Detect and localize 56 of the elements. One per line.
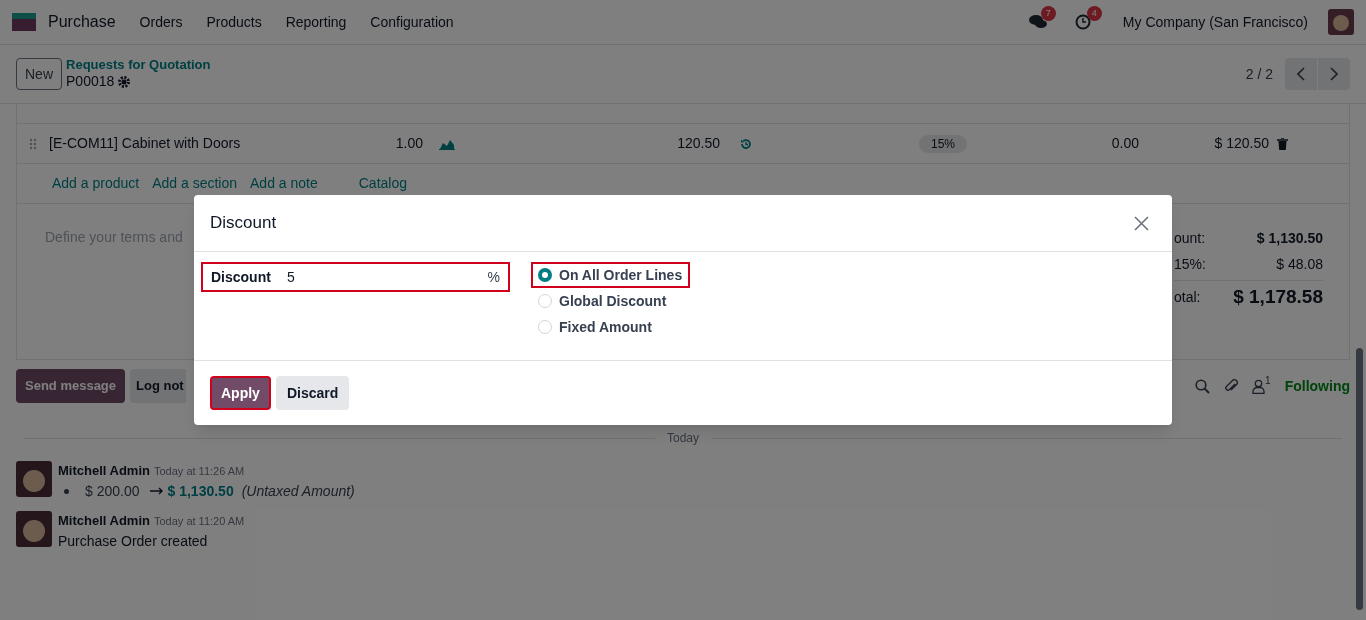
clock-icon[interactable] [1074, 14, 1091, 30]
avatar-icon [16, 511, 52, 547]
avatar-icon [16, 461, 52, 497]
subtotal-cell-text: $ 120.50 [1213, 134, 1269, 153]
app-name[interactable]: Purchase [48, 10, 116, 34]
search-icon[interactable] [1195, 378, 1211, 394]
chat-bubbles-icon[interactable] [1028, 14, 1047, 30]
old-value: $ 200.00 [85, 482, 140, 501]
followers-count: 1 [1265, 375, 1271, 386]
tax-tag: 15% [919, 135, 968, 153]
previous-button[interactable] [1285, 58, 1317, 90]
menu-item[interactable]: Products [206, 11, 262, 33]
menu-item[interactable]: Orders [139, 11, 183, 33]
author-name[interactable]: Mitchell Admin [58, 511, 150, 531]
record-name: P00018 [66, 73, 115, 91]
add-line-link[interactable]: Add a note [250, 173, 318, 194]
avatar-icon[interactable] [1328, 9, 1354, 35]
send-message-button[interactable]: Send message [16, 369, 126, 403]
add-line-link[interactable]: Catalog [358, 173, 407, 194]
message-body: Purchase Order created [58, 532, 209, 551]
pager-value: 2 / 2 [1245, 64, 1273, 84]
field-name: (Untaxed Amount) [241, 482, 355, 501]
bullet-icon [64, 488, 69, 494]
history-icon[interactable] [740, 137, 752, 150]
chevron-right-icon [1330, 67, 1338, 81]
message-time: Today at 11:26 AM [153, 464, 245, 479]
gear-icon[interactable] [118, 76, 131, 89]
drag-handle-icon[interactable] [29, 137, 37, 150]
date-divider: Today [666, 430, 700, 447]
company-switcher[interactable]: My Company (San Francisco) [1122, 11, 1308, 33]
quantity-cell-text: 1.00 [394, 134, 423, 153]
notification-badge: 4 [1086, 6, 1102, 21]
message-time: Today at 11:20 AM [153, 514, 245, 529]
paperclip-icon[interactable] [1224, 378, 1239, 394]
dialog-button[interactable]: Discard [275, 376, 350, 410]
trash-icon[interactable] [1277, 137, 1288, 150]
product-cell-text: [E-COM11] Cabinet with Doors [49, 134, 242, 153]
chevron-left-icon [1297, 67, 1305, 81]
add-line-link[interactable]: Add a section [152, 173, 237, 194]
add-line-link[interactable]: Add a product [52, 173, 140, 194]
arrow-right-icon [149, 487, 164, 495]
author-name[interactable]: Mitchell Admin [58, 461, 150, 481]
unit-price-cell-text: 120.50 [676, 134, 720, 153]
person-icon[interactable] [1252, 378, 1266, 394]
menu-item[interactable]: Configuration [370, 11, 454, 33]
dialog-button[interactable]: Apply [210, 376, 271, 410]
menu-item[interactable]: Reporting [285, 11, 347, 33]
breadcrumb-link[interactable]: Requests for Quotation [66, 57, 211, 74]
log-note-button[interactable]: Log not [130, 369, 186, 403]
next-button[interactable] [1318, 58, 1350, 90]
new-button[interactable]: New [16, 58, 62, 90]
new-value: $ 1,130.50 [167, 482, 234, 501]
discount-cell-text: 0.00 [1110, 134, 1139, 153]
notification-badge: 7 [1040, 6, 1056, 21]
scrollbar[interactable] [1356, 348, 1363, 610]
following-button[interactable]: Following [1284, 375, 1350, 397]
